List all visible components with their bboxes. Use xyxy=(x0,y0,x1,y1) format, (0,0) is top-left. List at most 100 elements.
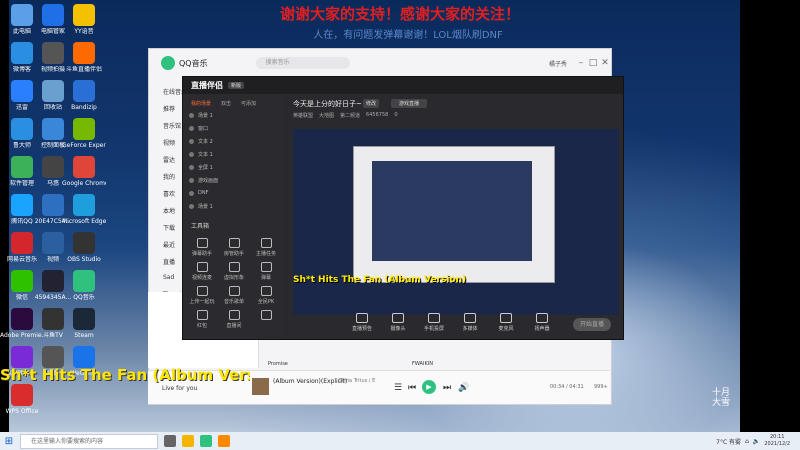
windows-start-icon[interactable]: ⊞ xyxy=(0,436,18,447)
volume-icon[interactable]: 🔊 xyxy=(458,383,469,393)
tool-button[interactable]: 直播间 xyxy=(219,310,249,329)
app-icon xyxy=(11,118,33,140)
category-selector[interactable]: 游戏直播 xyxy=(391,99,428,108)
tool-label: 全民PK xyxy=(257,299,275,305)
taskbar-app-icon[interactable] xyxy=(218,435,230,447)
eye-icon[interactable] xyxy=(189,151,194,157)
preview-song-overlay: Sh*t Hits The Fan (Album Version) xyxy=(293,275,467,285)
maximize-icon[interactable]: □ xyxy=(587,58,599,68)
tool-button[interactable]: 主播任务 xyxy=(251,238,281,257)
tool-button[interactable]: 音乐歌单 xyxy=(219,286,249,305)
tool-button[interactable]: 全民PK xyxy=(251,286,281,305)
playlist-icon[interactable]: ☰ xyxy=(394,383,402,393)
tool-icon xyxy=(260,286,272,296)
tool-button[interactable] xyxy=(251,310,281,322)
weather-text[interactable]: 7°C 有雾 xyxy=(716,437,741,446)
desktop-icon[interactable]: OBS Studio xyxy=(62,232,106,263)
desktop-icon[interactable]: WPS Office xyxy=(0,384,44,415)
app-icon xyxy=(11,42,33,64)
layer-item[interactable]: DNF xyxy=(189,188,277,198)
desktop-icon[interactable]: Bandizip xyxy=(62,80,106,111)
queue-item[interactable]: Promise xyxy=(268,361,288,367)
scene-tab[interactable]: 双击 xyxy=(221,100,231,107)
previous-icon[interactable]: ⏮ xyxy=(408,383,416,393)
layer-item[interactable]: 场景 1 xyxy=(189,110,277,120)
desktop-icon[interactable]: Google Chrome xyxy=(62,156,106,187)
bottom-tool-button[interactable]: 扬声器 xyxy=(529,312,555,332)
eye-icon[interactable] xyxy=(189,164,194,170)
stream-main-area: 今天是上分的好日子~！ 修改 游戏直播 英雄联盟 大地图 第二频道 6456758 0 … xyxy=(287,94,619,339)
qq-sidebar-item[interactable]: 推荐 xyxy=(163,104,175,113)
app-icon xyxy=(11,80,33,102)
queue-item[interactable]: FWAIKIN xyxy=(412,361,433,367)
network-icon[interactable]: ⌂ xyxy=(745,438,749,445)
layer-item[interactable]: 游戏画面 xyxy=(189,175,277,185)
desktop-icon[interactable]: YY语音 xyxy=(62,4,106,35)
eye-icon[interactable] xyxy=(189,203,194,209)
qq-sidebar-item[interactable]: 喜欢 xyxy=(163,189,175,198)
tool-button[interactable]: 弹幕助手 xyxy=(187,238,217,257)
stream-title[interactable]: 今天是上分的好日子~！ xyxy=(293,99,369,109)
bottom-tool-button[interactable]: 麦克风 xyxy=(493,312,519,332)
taskbar-app-icon[interactable] xyxy=(200,435,212,447)
task-view-icon[interactable] xyxy=(164,435,176,447)
layer-item[interactable]: 文本 2 xyxy=(189,136,277,146)
app-icon xyxy=(42,118,64,140)
tool-label: 弹幕助手 xyxy=(191,251,212,257)
bottom-tool-button[interactable]: 摄像头 xyxy=(385,312,411,332)
next-icon[interactable]: ⏭ xyxy=(443,383,451,393)
layer-item[interactable]: 窗口 xyxy=(189,123,277,133)
qq-sidebar-item[interactable]: 本地 xyxy=(163,206,175,215)
bottom-tool-button[interactable]: 直播预告 xyxy=(349,312,375,332)
file-explorer-icon[interactable] xyxy=(182,435,194,447)
qq-sidebar-item[interactable]: 视频 xyxy=(163,138,175,147)
title-edit-button[interactable]: 修改 xyxy=(363,99,380,108)
tool-button[interactable]: 房管助手 xyxy=(219,238,249,257)
layer-item[interactable]: 文本 1 xyxy=(189,149,277,159)
play-button[interactable]: ▶ xyxy=(422,380,436,394)
qq-sidebar-item[interactable]: Sad xyxy=(163,274,174,281)
close-icon[interactable]: ✕ xyxy=(599,58,611,68)
eye-icon[interactable] xyxy=(189,112,194,118)
desktop-icon[interactable]: QQ音乐 xyxy=(62,270,106,301)
tool-button[interactable]: 弹幕 xyxy=(251,262,281,281)
desktop-icon[interactable]: 斗鱼直播伴侣 xyxy=(62,42,106,73)
qq-sidebar-item[interactable]: 音乐馆 xyxy=(163,121,181,130)
app-icon xyxy=(73,118,95,140)
qq-sidebar-item[interactable]: 下载 xyxy=(163,223,175,232)
eye-icon[interactable] xyxy=(189,138,194,144)
desktop-icon[interactable]: Microsoft Edge xyxy=(62,194,106,225)
eye-icon[interactable] xyxy=(189,190,194,196)
minimize-icon[interactable]: – xyxy=(575,58,587,68)
layer-item[interactable]: 全屏 1 xyxy=(189,162,277,172)
qq-music-username[interactable]: 橘子秀 xyxy=(549,59,567,68)
player-artist: Olivia Tritus / E xyxy=(338,378,376,384)
qq-sidebar-item[interactable]: 我的 xyxy=(163,172,175,181)
tool-button[interactable]: 视频连麦 xyxy=(187,262,217,281)
tool-button[interactable]: 虚拟形象 xyxy=(219,262,249,281)
clock[interactable]: 20:11 2021/12/2 xyxy=(764,434,790,448)
bottom-tool-button[interactable]: 手机投屏 xyxy=(421,312,447,332)
scene-tab[interactable]: 我的场景 xyxy=(191,100,211,107)
layer-item[interactable]: 场景 1 xyxy=(189,201,277,211)
stream-banner-text: 谢谢大家的支持！感谢大家的关注！ xyxy=(279,5,520,23)
layer-label: 场景 1 xyxy=(198,203,213,210)
tool-button[interactable]: 上传一起玩 xyxy=(187,286,217,305)
bottom-tool-button[interactable]: 多媒体 xyxy=(457,312,483,332)
qq-music-search-input[interactable]: 搜索音乐 xyxy=(255,57,350,69)
qq-sidebar-item[interactable]: 最近 xyxy=(163,240,175,249)
qq-sidebar-item[interactable]: 雷达 xyxy=(163,155,175,164)
eye-icon[interactable] xyxy=(189,177,194,183)
taskbar-search-input[interactable]: 在这里输入你要搜索的内容 xyxy=(20,433,158,449)
live-assistant-titlebar: 直播伴侣 新版 xyxy=(183,77,623,94)
start-live-button[interactable]: 开始直播 xyxy=(573,318,611,331)
tool-button[interactable]: 红包 xyxy=(187,310,217,329)
eye-icon[interactable] xyxy=(189,125,194,131)
qq-sidebar-item[interactable]: 直播 xyxy=(163,257,175,266)
scene-tab[interactable]: 可添加 xyxy=(241,100,256,107)
desktop-icon[interactable]: Steam xyxy=(62,308,106,339)
desktop-icon[interactable]: GeForce Experience xyxy=(62,118,106,149)
desktop-icon-label: OBS Studio xyxy=(67,256,101,263)
album-cover[interactable] xyxy=(252,378,269,395)
volume-tray-icon[interactable]: 🔈 xyxy=(753,438,760,445)
